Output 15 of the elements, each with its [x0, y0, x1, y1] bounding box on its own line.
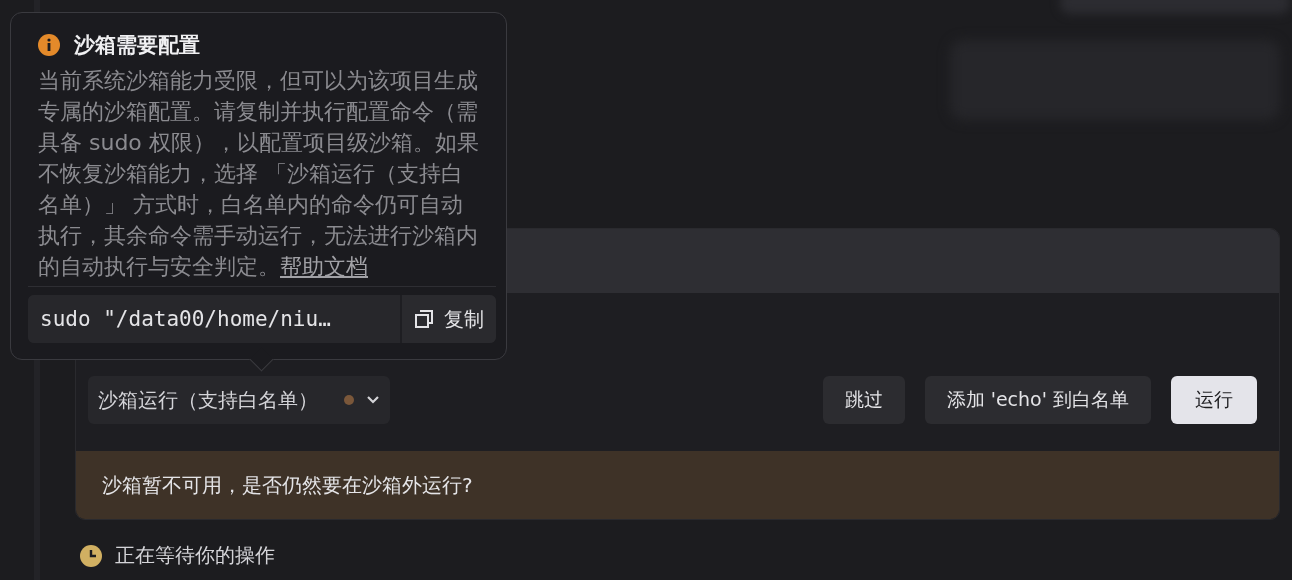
action-button[interactable]: 跳过	[822, 376, 905, 424]
status-text: 正在等待你的操作	[115, 542, 275, 569]
copy-icon	[414, 309, 434, 329]
info-icon	[38, 34, 60, 56]
status-dot-icon	[344, 395, 354, 405]
chevron-down-icon	[366, 395, 380, 405]
copy-button[interactable]: 复制	[400, 295, 496, 343]
clock-icon	[79, 543, 103, 568]
mode-dropdown[interactable]: 沙箱运行（支持白名单）	[88, 376, 390, 424]
run-button[interactable]: 运行	[1171, 376, 1257, 424]
action-button[interactable]: 添加 'echo' 到白名单	[924, 376, 1151, 424]
popover-description: 当前系统沙箱能力受限，但可以为该项目生成专属的沙箱配置。请复制并执行配置命令（需具备 sudo 权限），以配置项目级沙箱。如果不恢复沙箱能力，选择 「沙箱运行（支持白名单）」 方式时，白名单内的命令仍可自动执行，其余命令需手动运行，无法进行沙箱内的自动执行与安全判定。帮助文档	[38, 67, 480, 281]
help-link[interactable]: 帮助文档	[280, 254, 368, 279]
warning-message: 沙箱暂不可用，是否仍然要在沙箱外运行?	[102, 471, 473, 499]
popover-title: 沙箱需要配置	[74, 32, 200, 59]
